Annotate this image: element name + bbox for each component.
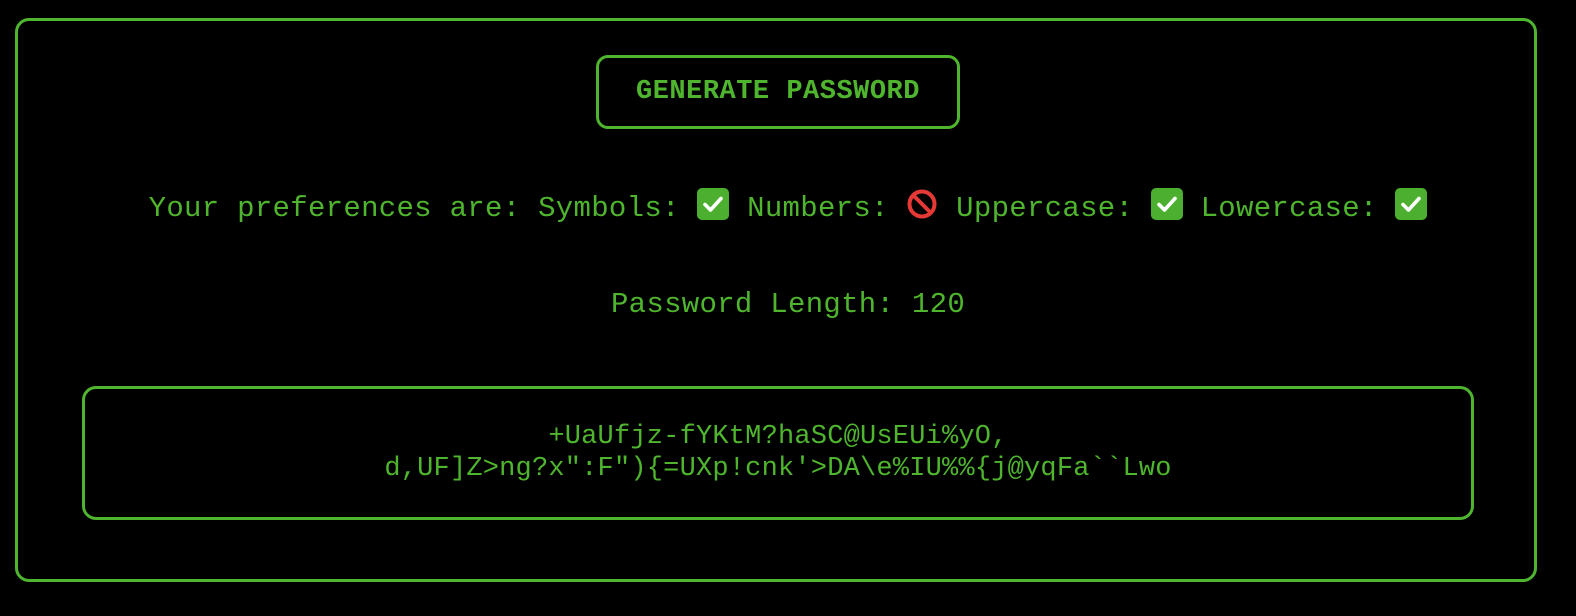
password-output-box[interactable]: +UaUfjz-fYKtM?haSC@UsEUi%yO, d,UF]Z>ng?x…: [82, 386, 1474, 520]
pref-uppercase-label: Uppercase:: [956, 192, 1134, 225]
preferences-line: Your preferences are: Symbols: Numbers: …: [0, 188, 1576, 229]
pref-numbers-label: Numbers:: [747, 192, 889, 225]
password-length-label: Password Length: 120: [610, 288, 966, 321]
check-mark-icon: [1395, 188, 1428, 220]
password-line-1[interactable]: +UaUfjz-fYKtM?haSC@UsEUi%yO,: [384, 421, 1171, 453]
pref-symbols-label: Symbols:: [538, 192, 680, 225]
pref-lowercase-label: Lowercase:: [1200, 192, 1378, 225]
check-mark-icon: [697, 188, 730, 220]
no-entry-icon: [906, 188, 938, 220]
preferences-intro: Your preferences are:: [148, 192, 521, 225]
password-line-2[interactable]: d,UF]Z>ng?x":F"){=UXp!cnk'>DA\e%IU%%{j@y…: [384, 453, 1171, 485]
check-mark-icon: [1150, 188, 1183, 220]
generate-password-button[interactable]: GENERATE PASSWORD: [596, 55, 960, 129]
password-output-text[interactable]: +UaUfjz-fYKtM?haSC@UsEUi%yO, d,UF]Z>ng?x…: [384, 421, 1171, 485]
